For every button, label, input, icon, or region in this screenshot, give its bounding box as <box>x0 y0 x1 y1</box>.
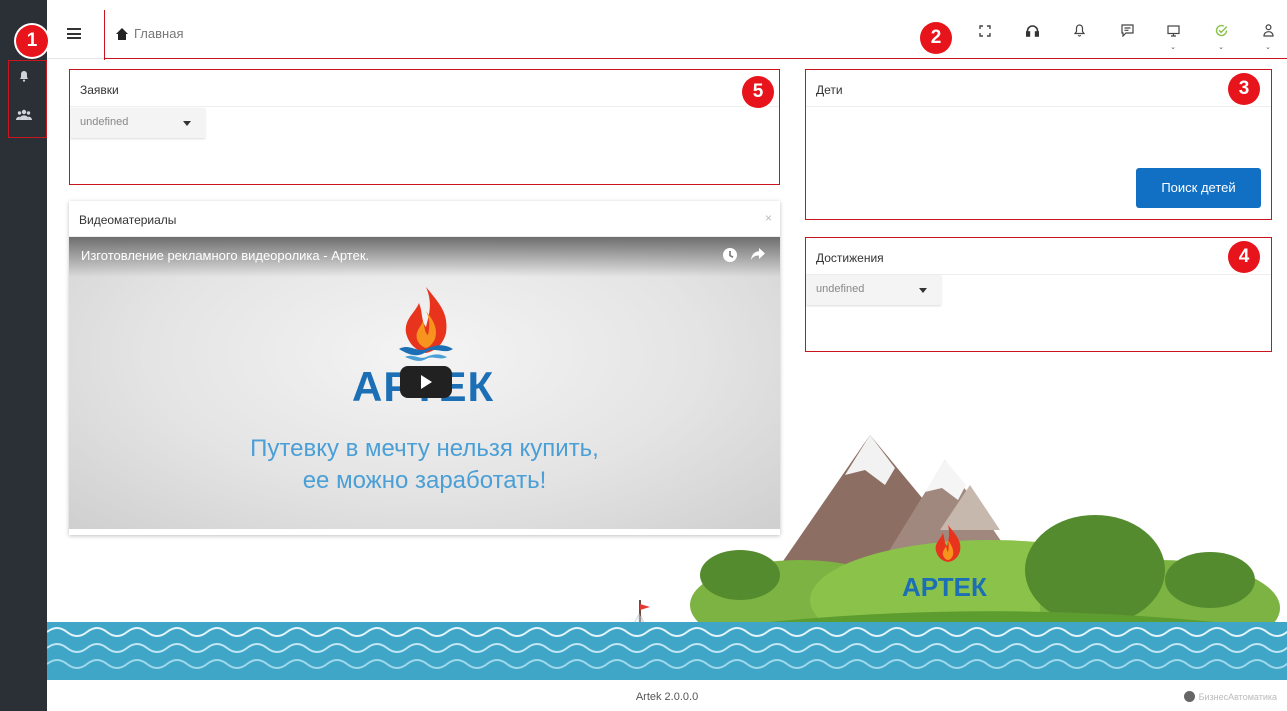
play-button-icon[interactable] <box>400 366 452 398</box>
requests-dropdown-value: undefined <box>80 116 129 128</box>
children-panel-title: Дети <box>806 70 1271 107</box>
brand-logo-icon <box>1183 691 1195 702</box>
check-circle-icon[interactable] <box>1212 24 1230 42</box>
topbar-highlight-frame <box>104 10 105 60</box>
developer-brand[interactable]: БизнесАвтоматика <box>1183 691 1277 702</box>
requests-dropdown[interactable]: undefined <box>70 108 205 138</box>
caret-down-icon <box>183 121 191 126</box>
caret-down-icon <box>919 288 927 293</box>
island-illustration <box>690 435 1287 630</box>
close-icon[interactable]: × <box>765 211 772 225</box>
video-title[interactable]: Изготовление рекламного видеоролика - Ар… <box>81 248 369 263</box>
sea-waves <box>46 622 1287 680</box>
achievements-panel-title: Достижения <box>806 238 1271 275</box>
monitor-icon[interactable] <box>1164 24 1182 42</box>
video-panel-title: Видеоматериалы <box>79 213 177 227</box>
share-arrow-icon[interactable] <box>750 247 766 264</box>
menu-hamburger-icon[interactable] <box>67 28 81 39</box>
requests-panel-title: Заявки <box>70 70 779 107</box>
video-player[interactable]: Изготовление рекламного видеоролика - Ар… <box>69 237 780 529</box>
left-sidebar <box>0 0 47 711</box>
watch-later-clock-icon[interactable] <box>722 247 738 266</box>
brand-name: БизнесАвтоматика <box>1198 691 1277 702</box>
top-bar: Главная ⌄ ⌄ ⌄ <box>47 0 1287 59</box>
achievements-dropdown-value: undefined <box>816 283 865 295</box>
bell-icon[interactable] <box>1070 24 1088 42</box>
achievements-panel: Достижения undefined <box>805 237 1272 352</box>
monitor-dropdown-caret-icon[interactable]: ⌄ <box>1168 43 1178 51</box>
waves-pattern <box>46 622 1287 680</box>
requests-panel: Заявки undefined <box>69 69 780 185</box>
bell-icon[interactable] <box>14 68 34 88</box>
headset-icon[interactable] <box>1023 24 1041 42</box>
users-icon[interactable] <box>14 106 34 126</box>
annotation-marker-2: 2 <box>920 22 952 54</box>
fullscreen-icon[interactable] <box>976 24 994 42</box>
achievements-dropdown[interactable]: undefined <box>806 275 941 305</box>
home-icon <box>116 27 128 40</box>
video-panel: Видеоматериалы × Изготовление рекламного… <box>69 201 780 535</box>
chat-icon[interactable] <box>1118 24 1136 42</box>
breadcrumb-label: Главная <box>134 26 184 41</box>
app-version: Artek 2.0.0.0 <box>635 691 699 703</box>
status-dropdown-caret-icon[interactable]: ⌄ <box>1216 43 1226 51</box>
annotation-marker-4: 4 <box>1228 241 1260 273</box>
breadcrumb[interactable]: Главная <box>116 26 183 41</box>
island-artek-logo-text: АРТЕК <box>902 572 987 602</box>
annotation-marker-1: 1 <box>16 25 48 57</box>
video-slogan-line-1: Путевку в мечту нельзя купить, <box>250 435 599 462</box>
video-panel-header: Видеоматериалы × <box>69 201 780 237</box>
topbar-highlight-frame-bottom <box>104 58 1287 59</box>
search-children-button[interactable]: Поиск детей <box>1136 168 1261 208</box>
children-panel: Дети Поиск детей <box>805 69 1272 220</box>
user-dropdown-caret-icon[interactable]: ⌄ <box>1263 43 1273 51</box>
annotation-marker-5: 5 <box>742 76 774 108</box>
video-slogan-line-2: ее можно заработать! <box>302 467 547 494</box>
annotation-marker-3: 3 <box>1228 73 1260 105</box>
artek-flame-logo-icon <box>391 285 461 370</box>
footer: Artek 2.0.0.0 БизнесАвтоматика <box>47 680 1287 711</box>
user-icon[interactable] <box>1259 24 1277 42</box>
